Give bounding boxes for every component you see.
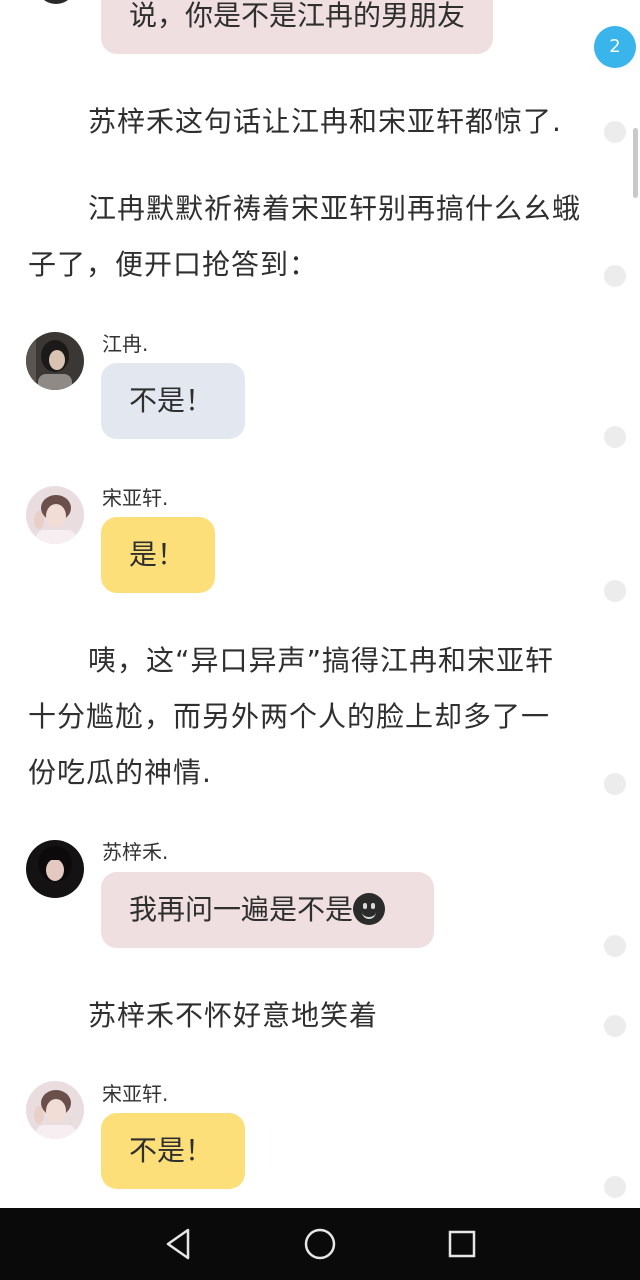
message-bubble-top: 说，你是不是江冉的男朋友 <box>101 0 494 54</box>
story-content[interactable]: 说，你是不是江冉的男朋友 2 苏梓禾这句话让江冉和宋亚轩都惊了. 江冉默默祈祷着… <box>0 0 640 1208</box>
avatar-songyaxuan[interactable] <box>26 486 84 544</box>
sender-name: 宋亚轩. <box>102 1082 169 1106</box>
message-bubble[interactable]: 我再问一遍是不是 <box>101 872 434 948</box>
scrollbar-thumb[interactable] <box>633 128 638 198</box>
avatar-partial <box>36 0 76 4</box>
avatar-songyaxuan[interactable] <box>26 1081 84 1139</box>
message-bubble[interactable]: 不是！ <box>101 1113 245 1189</box>
message-text: 不是！ <box>129 384 214 417</box>
comment-dot-icon[interactable] <box>604 121 626 143</box>
home-circle-icon[interactable] <box>298 1222 342 1266</box>
comment-dot-icon[interactable] <box>604 580 626 602</box>
message-bubble[interactable]: 不是！ <box>101 363 245 439</box>
narration-paragraph: 江冉默默祈祷着宋亚轩别再搞什么幺蛾子了，便开口抢答到： <box>28 192 582 281</box>
sender-name: 宋亚轩. <box>102 486 169 510</box>
unread-badge[interactable]: 2 <box>594 26 636 68</box>
message-bubble[interactable]: 是！ <box>101 517 215 593</box>
message-text: 说，你是不是江冉的男朋友 <box>129 0 466 32</box>
narration-paragraph: 苏梓禾这句话让江冉和宋亚轩都惊了. <box>88 105 562 138</box>
sender-name: 苏梓禾. <box>102 840 169 864</box>
narration-paragraph: 苏梓禾不怀好意地笑着 <box>88 999 379 1032</box>
message-text: 不是！ <box>129 1134 214 1167</box>
comment-dot-icon[interactable] <box>604 1176 626 1198</box>
comment-dot-icon[interactable] <box>604 426 626 448</box>
system-navigation-bar <box>0 1208 640 1280</box>
chat-story-screen: 说，你是不是江冉的男朋友 2 苏梓禾这句话让江冉和宋亚轩都惊了. 江冉默默祈祷着… <box>0 0 640 1280</box>
narration-paragraph: 咦，这“异口异声”搞得江冉和宋亚轩十分尴尬，而另外两个人的脸上却多了一份吃瓜的神… <box>28 644 555 789</box>
sender-name: 江冉. <box>102 332 149 356</box>
comment-dot-icon[interactable] <box>604 1015 626 1037</box>
message-text: 我再问一遍是不是 <box>129 893 354 926</box>
comment-dot-icon[interactable] <box>604 935 626 957</box>
comment-dot-icon[interactable] <box>604 265 626 287</box>
avatar-jiangran[interactable] <box>26 332 84 390</box>
avatar-suzihe[interactable] <box>26 840 84 898</box>
smiley-face-emoji-icon <box>353 893 386 925</box>
comment-dot-icon[interactable] <box>604 773 626 795</box>
back-triangle-icon[interactable] <box>156 1222 200 1266</box>
message-text: 是！ <box>129 538 186 571</box>
recents-square-icon[interactable] <box>440 1222 484 1266</box>
